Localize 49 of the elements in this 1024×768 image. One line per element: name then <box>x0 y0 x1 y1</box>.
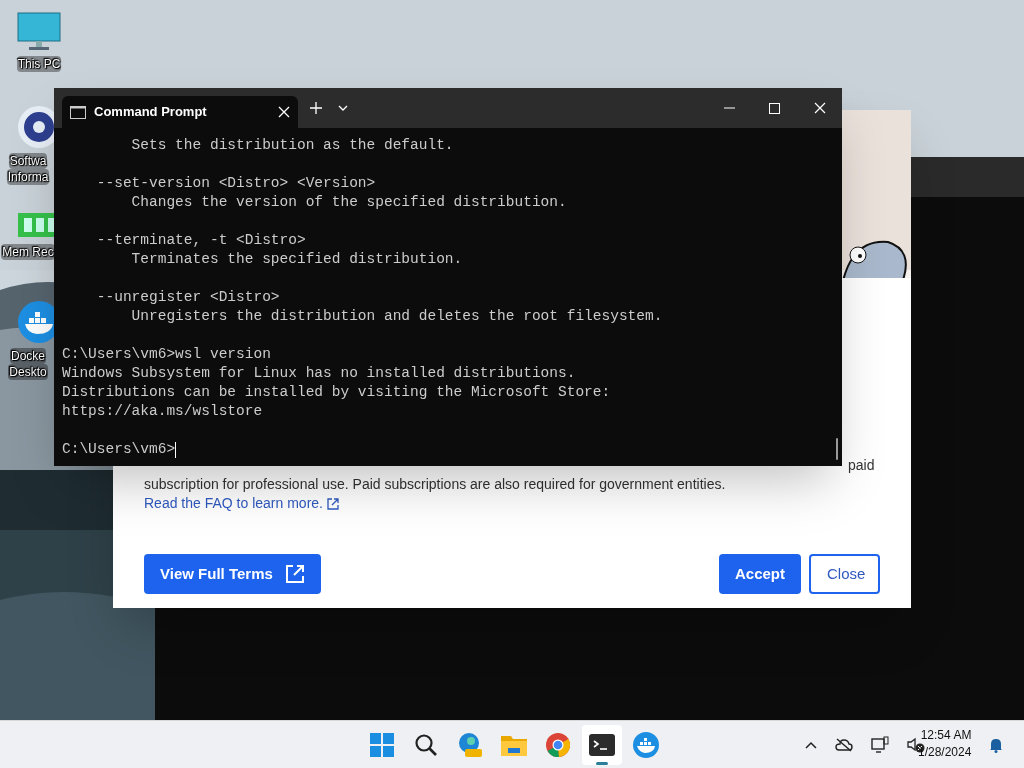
search-icon[interactable] <box>414 733 438 757</box>
windows-logo-icon[interactable] <box>370 733 394 757</box>
maximize-icon[interactable] <box>769 102 780 114</box>
chevron-down-icon[interactable] <box>338 105 348 111</box>
chevron-up-icon[interactable] <box>805 741 817 749</box>
faq-link[interactable]: Read the FAQ to learn more. <box>144 493 339 514</box>
icon-label: Mem Rec <box>1 244 55 260</box>
browser-icon[interactable] <box>457 732 483 758</box>
terminal-icon[interactable] <box>589 734 615 756</box>
close-icon[interactable] <box>278 106 290 118</box>
monitor-icon[interactable] <box>17 12 61 52</box>
terminal-line: C:\Users\vm6>wsl version <box>62 345 271 364</box>
terminal-line: Terminates the specified distribution. <box>130 250 463 269</box>
icon-label: This PC <box>16 56 62 72</box>
folder-icon[interactable] <box>501 734 527 756</box>
active-indicator <box>596 762 608 765</box>
terminal-line: --terminate, -t <Distro> <box>95 231 306 250</box>
terminal-line: Distributions can be installed by visiting the Microsoft Store: <box>62 383 611 402</box>
terminal-line: --set-version <Distro> <Version> <box>95 174 376 193</box>
icon-label: Deskto <box>8 364 48 380</box>
terminal-line: https://aka.ms/wslstore <box>62 402 263 421</box>
icon-label: Docke <box>10 348 46 364</box>
text-cursor <box>175 441 177 458</box>
dialog-button[interactable]: Close <box>809 554 880 594</box>
cloud-off-icon[interactable] <box>835 738 853 752</box>
icon-label: Softwa <box>8 153 48 169</box>
chrome-icon[interactable] <box>546 733 570 757</box>
icon-label: Informa <box>6 169 50 185</box>
body-text: paid <box>848 456 875 475</box>
external-link-icon <box>284 564 305 584</box>
whale-icon[interactable] <box>633 732 659 758</box>
close-icon[interactable] <box>814 102 826 114</box>
dialog-button[interactable]: Accept <box>718 554 801 594</box>
notification-bell-icon[interactable] <box>989 737 1003 753</box>
network-icon[interactable] <box>871 736 889 754</box>
terminal-line: Changes the version of the specified distribution. <box>130 193 567 212</box>
terminal-line: --unregister <Distro> <box>95 288 280 307</box>
terminal-icon <box>70 105 86 119</box>
terminal-line: Sets the distribution as the default. <box>130 136 454 155</box>
scrollbar-thumb[interactable] <box>836 438 838 460</box>
dialog-button[interactable]: View Full Terms <box>144 554 321 594</box>
clock-time[interactable]: 12:54 AM <box>920 727 972 744</box>
terminal-line: C:\Users\vm6> <box>62 440 176 459</box>
body-text: subscription for professional use. Paid subscriptions are also required for government entities. <box>144 475 726 494</box>
terminal-tab[interactable]: Command Prompt <box>62 96 298 128</box>
external-link-icon <box>327 497 339 510</box>
terminal-line: Unregisters the distribution and deletes the root filesystem. <box>130 307 663 326</box>
terminal-line: Windows Subsystem for Linux has no installed distributions. <box>62 364 576 383</box>
plus-icon[interactable] <box>310 102 322 114</box>
